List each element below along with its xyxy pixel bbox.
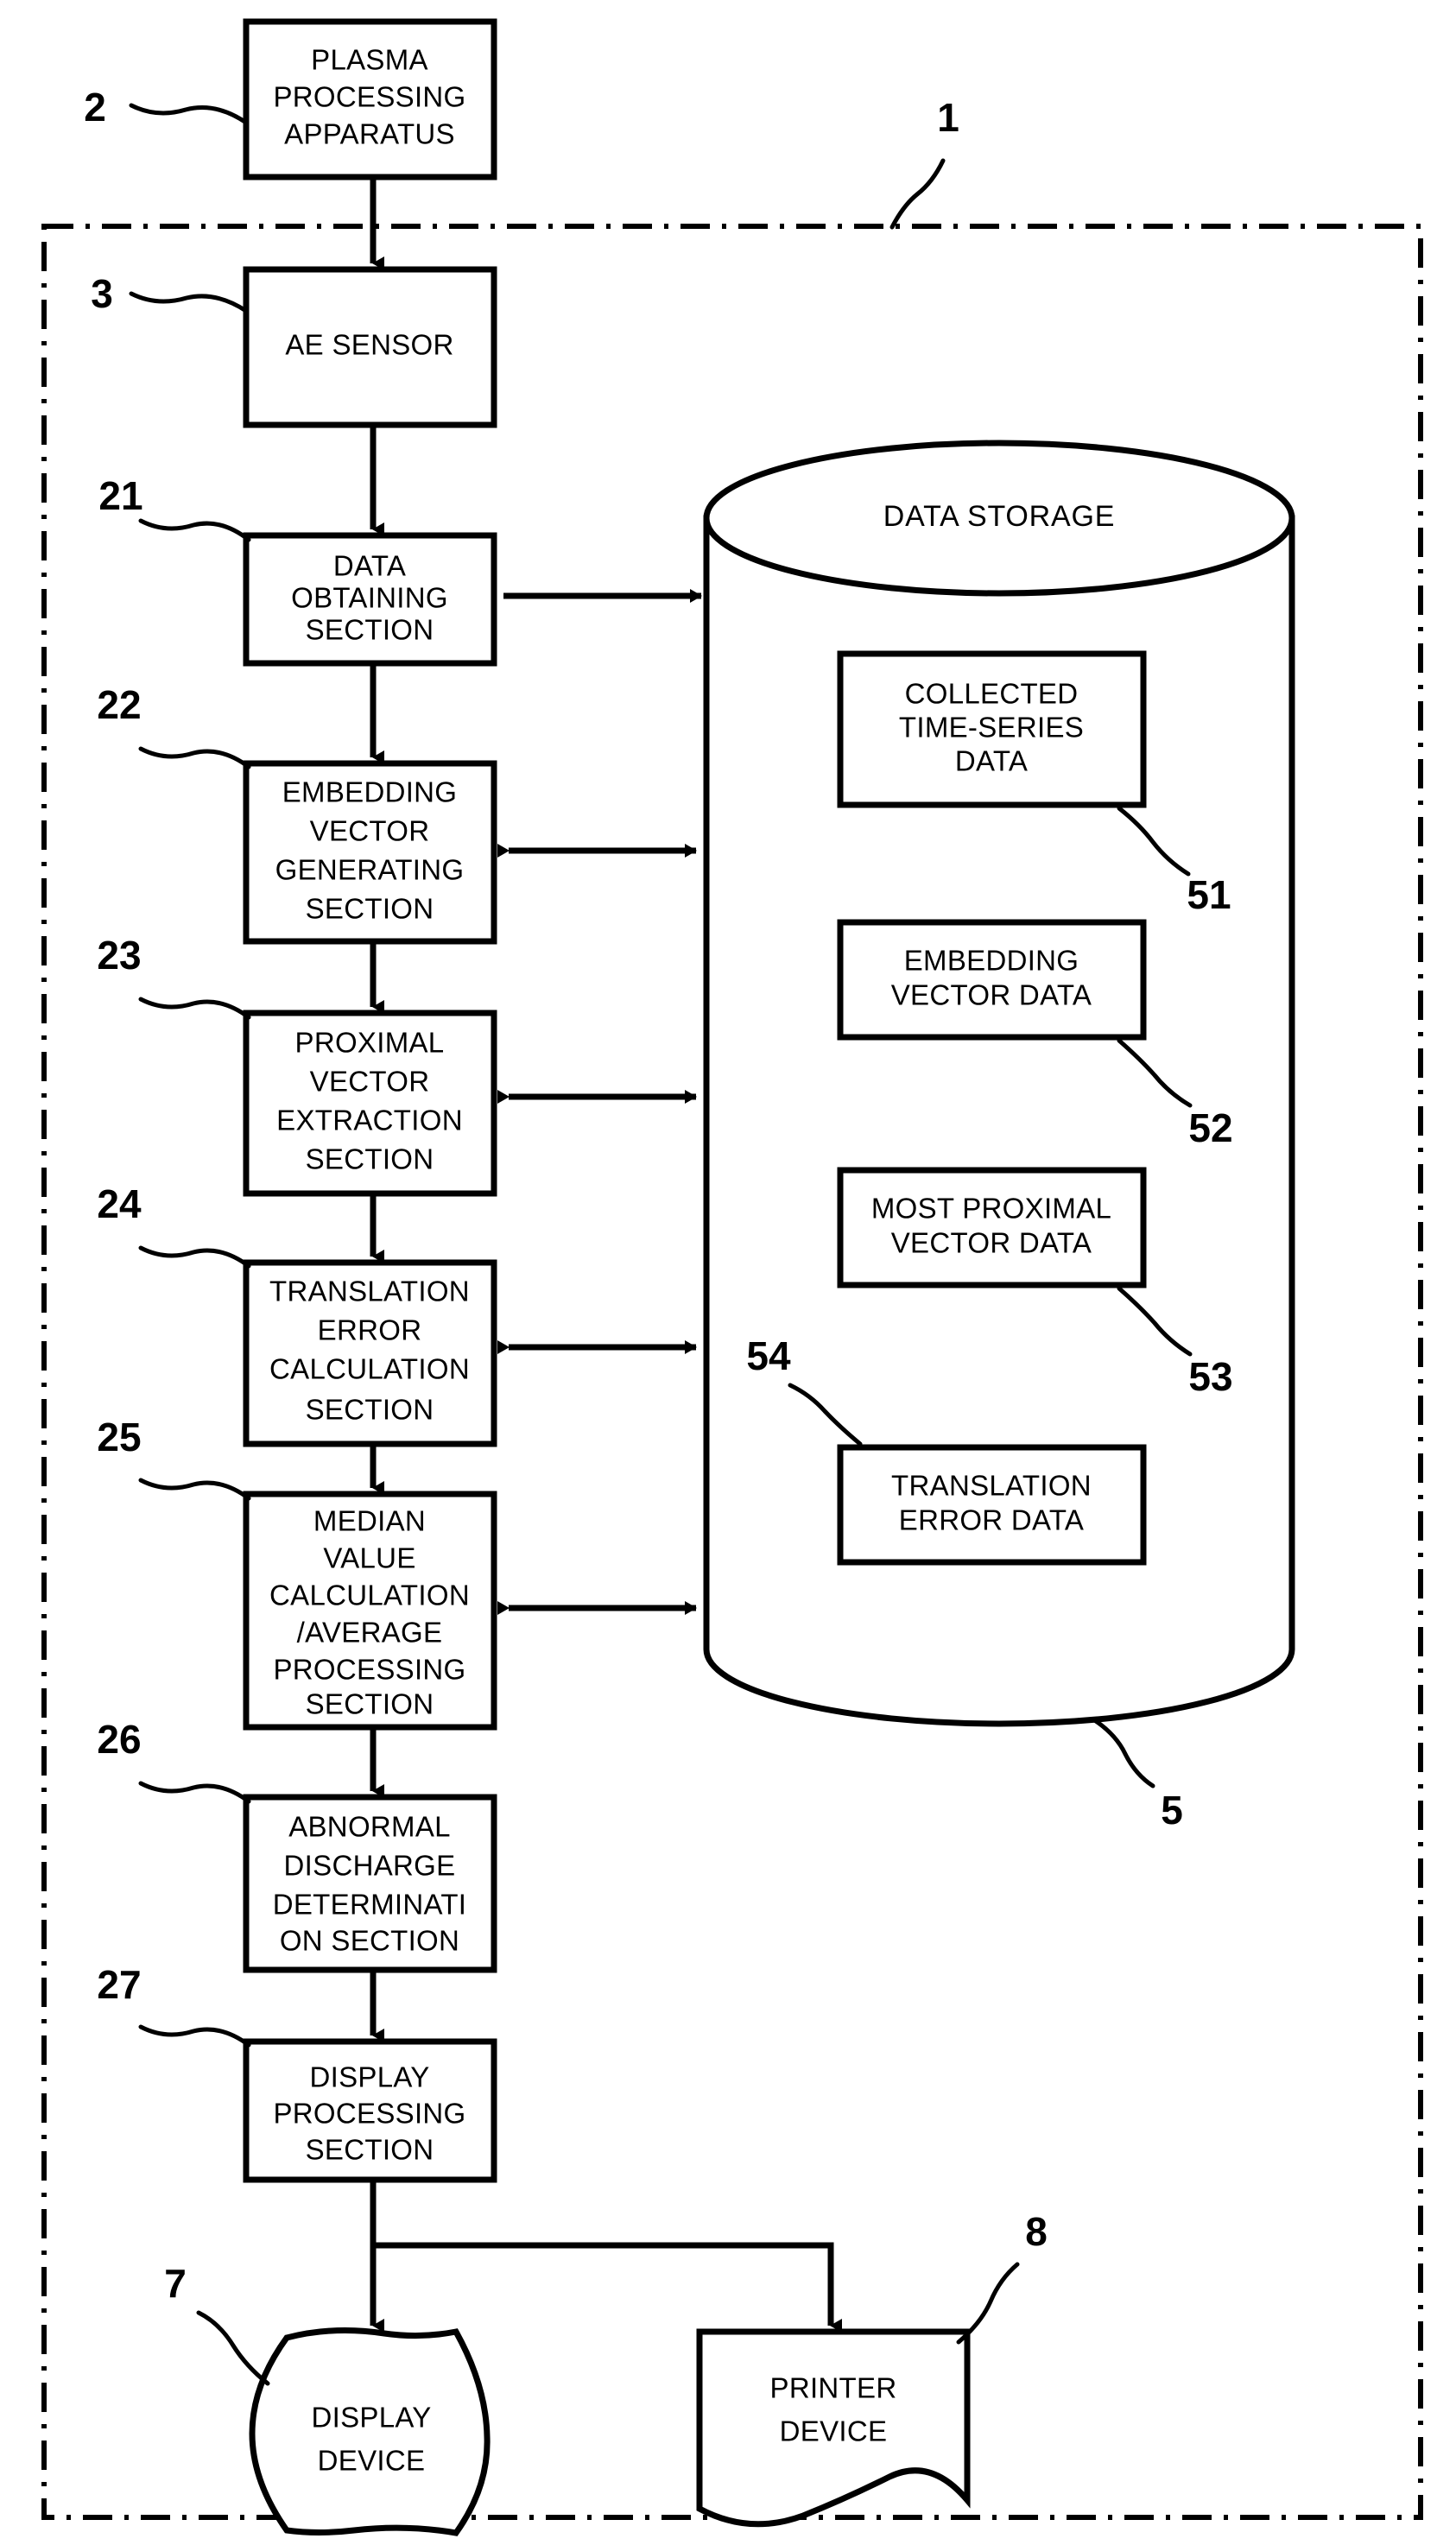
ref-number-5: 5 <box>1161 1788 1183 1833</box>
block-line: PRINTER <box>770 2372 897 2404</box>
block-ae-sensor: AE SENSOR <box>243 266 497 428</box>
block-proximal-vector-extraction-section: PROXIMAL VECTOR EXTRACTION SECTION <box>243 1010 497 1197</box>
block-line: SECTION <box>306 2134 434 2166</box>
storage-item-line: COLLECTED <box>905 678 1079 710</box>
block-display-processing-section: DISPLAY PROCESSING SECTION <box>243 2038 497 2183</box>
block-line: GENERATING <box>275 854 465 886</box>
leader-line-27 <box>138 2024 251 2048</box>
block-line: VECTOR <box>310 815 430 847</box>
block-line: APPARATUS <box>284 118 455 150</box>
block-line: PROXIMAL <box>295 1027 445 1059</box>
block-data-obtaining-section: DATA OBTAINING SECTION <box>243 532 497 667</box>
ref-number-53: 53 <box>1188 1354 1232 1399</box>
leader-line-5 <box>1091 1717 1155 1788</box>
ref-number-25: 25 <box>97 1415 141 1459</box>
connector-displayprocessing-branch-printer <box>373 2242 834 2301</box>
block-abnormal-discharge-determination-section: ABNORMAL DISCHARGE DETERMINATI ON SECTIO… <box>243 1794 497 1973</box>
ref-number-54: 54 <box>746 1333 791 1378</box>
block-line: SECTION <box>306 1688 434 1720</box>
leader-line-2 <box>129 103 249 125</box>
block-line: PROCESSING <box>273 1654 465 1686</box>
leader-line-1 <box>889 158 946 230</box>
leader-line-25 <box>138 1478 251 1501</box>
block-median-value-calculation-section: MEDIAN VALUE CALCULATION /AVERAGE PROCES… <box>243 1491 497 1731</box>
block-line: DISPLAY <box>309 2061 429 2093</box>
block-line: ABNORMAL <box>288 1811 451 1843</box>
block-line: PROCESSING <box>273 81 465 113</box>
data-storage-title: DATA STORAGE <box>883 500 1115 533</box>
diagram-canvas: DATA STORAGE COLLECTED TIME-SERIES DATA … <box>41 18 1423 2536</box>
block-line: DISPLAY <box>311 2402 431 2434</box>
leader-line-23 <box>138 997 251 1020</box>
storage-item-line: DATA <box>955 745 1028 777</box>
storage-item-line: VECTOR DATA <box>891 979 1092 1011</box>
storage-item-most-proximal-vector: MOST PROXIMAL VECTOR DATA <box>837 1167 1147 1288</box>
ref-number-22: 22 <box>97 682 141 727</box>
block-line: TRANSLATION <box>269 1276 470 1307</box>
block-line: MEDIAN <box>313 1505 426 1537</box>
block-line: CALCULATION <box>269 1353 470 1385</box>
ref-number-52: 52 <box>1188 1105 1232 1150</box>
block-line: OBTAINING <box>291 582 448 614</box>
block-line: AE SENSOR <box>285 329 453 361</box>
block-line: ERROR <box>318 1314 422 1346</box>
block-line: SECTION <box>306 614 434 646</box>
ref-number-51: 51 <box>1187 872 1231 917</box>
storage-item-line: MOST PROXIMAL <box>871 1193 1111 1225</box>
leader-line-21 <box>138 518 251 542</box>
storage-item-line: TIME-SERIES <box>899 712 1084 744</box>
ref-number-2: 2 <box>84 85 106 130</box>
block-line: SECTION <box>306 893 434 925</box>
block-line: EXTRACTION <box>276 1105 463 1136</box>
ref-number-24: 24 <box>97 1181 142 1226</box>
block-line: DATA <box>333 550 406 582</box>
storage-item-line: TRANSLATION <box>891 1470 1092 1502</box>
leader-line-7 <box>196 2310 270 2386</box>
block-plasma-processing-apparatus: PLASMA PROCESSING APPARATUS <box>243 18 497 180</box>
block-display-device: DISPLAY DEVICE <box>249 2327 491 2536</box>
block-line: DEVICE <box>318 2445 426 2477</box>
block-embedding-vector-generating-section: EMBEDDING VECTOR GENERATING SECTION <box>243 760 497 945</box>
block-line: VALUE <box>323 1542 415 1574</box>
ref-number-21: 21 <box>98 473 142 518</box>
leader-line-26 <box>138 1781 251 1804</box>
block-line: DETERMINATI <box>273 1889 467 1921</box>
ref-number-7: 7 <box>164 2261 187 2306</box>
storage-item-translation-error: TRANSLATION ERROR DATA <box>837 1444 1147 1566</box>
ref-number-8: 8 <box>1025 2209 1048 2254</box>
block-printer-device: PRINTER DEVICE <box>696 2328 971 2528</box>
block-line: ON SECTION <box>280 1925 459 1957</box>
leader-line-24 <box>138 1245 251 1269</box>
block-line: /AVERAGE <box>297 1617 443 1649</box>
storage-item-line: EMBEDDING <box>904 945 1079 977</box>
ref-number-23: 23 <box>97 933 141 978</box>
block-line: PLASMA <box>311 44 428 76</box>
block-line: VECTOR <box>310 1066 430 1098</box>
storage-item-line: ERROR DATA <box>899 1504 1084 1536</box>
leader-line-22 <box>138 746 251 769</box>
ref-number-27: 27 <box>97 1962 141 2007</box>
storage-item-embedding-vector: EMBEDDING VECTOR DATA <box>837 919 1147 1041</box>
ref-number-1: 1 <box>937 95 959 140</box>
leader-line-3 <box>129 291 249 313</box>
block-translation-error-calculation-section: TRANSLATION ERROR CALCULATION SECTION <box>243 1259 497 1447</box>
block-line: DISCHARGE <box>284 1850 456 1882</box>
block-line: SECTION <box>306 1394 434 1426</box>
block-line: EMBEDDING <box>282 776 458 808</box>
block-line: CALCULATION <box>269 1580 470 1611</box>
storage-item-line: VECTOR DATA <box>891 1227 1092 1259</box>
block-line: PROCESSING <box>273 2098 465 2130</box>
figure-block-diagram: DATA STORAGE COLLECTED TIME-SERIES DATA … <box>0 0 1456 2545</box>
storage-item-collected-time-series: COLLECTED TIME-SERIES DATA <box>837 650 1147 808</box>
block-line: SECTION <box>306 1143 434 1175</box>
block-line: DEVICE <box>780 2415 888 2447</box>
ref-number-3: 3 <box>91 271 113 316</box>
ref-number-26: 26 <box>97 1717 141 1762</box>
